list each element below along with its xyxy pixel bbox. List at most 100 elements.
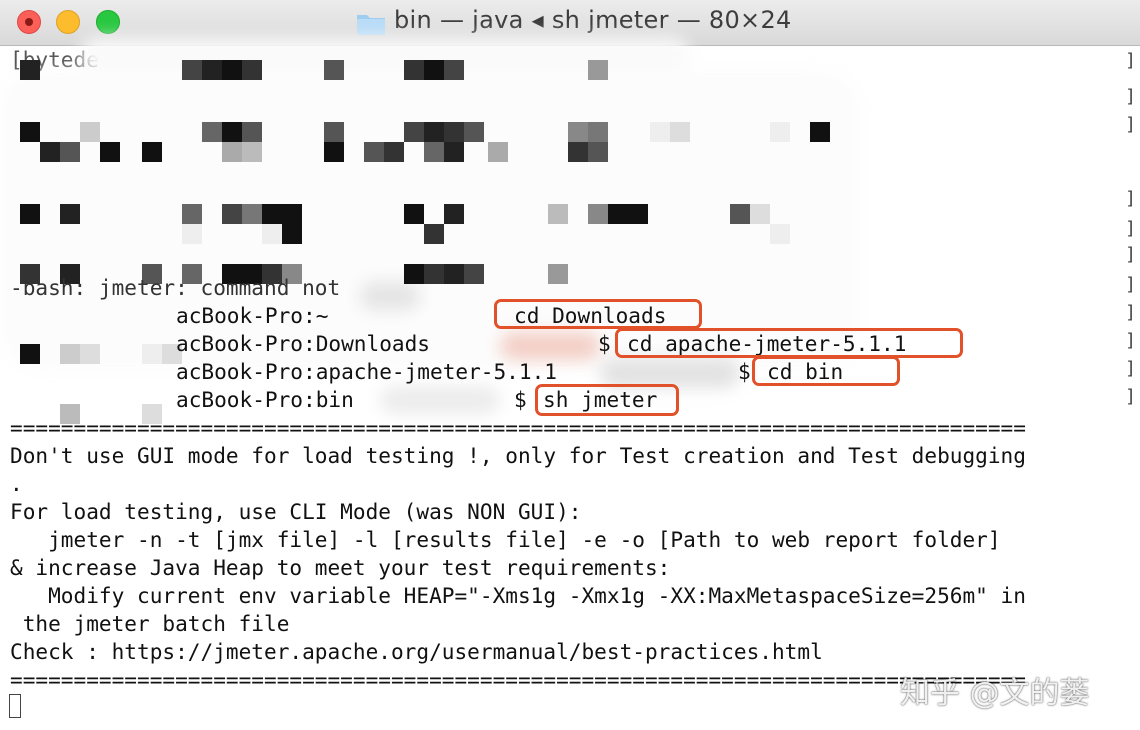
mosaic-pixel bbox=[404, 204, 424, 224]
mosaic-pixel bbox=[182, 204, 202, 224]
mosaic-pixel bbox=[464, 264, 484, 284]
mosaic-pixel bbox=[202, 60, 222, 80]
mosaic-pixel bbox=[80, 344, 100, 364]
mosaic-pixel bbox=[444, 204, 464, 224]
prompt-dollar: $ bbox=[598, 331, 611, 356]
mosaic-pixel bbox=[404, 60, 424, 80]
output-line: For load testing, use CLI Mode (was NON … bbox=[10, 499, 582, 524]
mosaic-pixel bbox=[60, 204, 80, 224]
mosaic-pixel bbox=[222, 60, 242, 80]
prompt-text: acBook-Pro:bin bbox=[176, 387, 354, 412]
mosaic-pixel bbox=[40, 142, 60, 162]
zoom-button[interactable] bbox=[96, 10, 120, 34]
close-icon bbox=[25, 18, 33, 26]
watermark: 知乎 @文的蒌 bbox=[900, 676, 1090, 711]
mosaic-pixel bbox=[548, 264, 568, 284]
line-marker: ] bbox=[1125, 358, 1136, 379]
highlight-box bbox=[494, 299, 702, 329]
prompt-text: acBook-Pro:Downloads bbox=[176, 331, 430, 356]
line-marker: ] bbox=[1125, 86, 1136, 107]
terminal-line: -bash: jmeter: command not bbox=[10, 275, 341, 300]
mosaic-pixel bbox=[588, 204, 608, 224]
mosaic-pixel bbox=[142, 344, 162, 364]
mosaic-pixel bbox=[424, 264, 444, 284]
window-title: bin — java ◂ sh jmeter — 80×24 bbox=[394, 6, 792, 34]
mosaic-pixel bbox=[282, 204, 302, 224]
mosaic-pixel bbox=[444, 122, 464, 142]
mosaic-pixel bbox=[730, 204, 750, 224]
mosaic-pixel bbox=[324, 142, 344, 162]
mosaic-pixel bbox=[650, 122, 670, 142]
redaction-blur bbox=[380, 386, 500, 414]
mosaic-pixel bbox=[60, 142, 80, 162]
mosaic-pixel bbox=[20, 204, 40, 224]
line-marker: ] bbox=[1125, 330, 1136, 351]
prompt-text: acBook-Pro:~ bbox=[176, 303, 329, 328]
mosaic-pixel bbox=[628, 204, 648, 224]
prompt-text: acBook-Pro:apache-jmeter-5.1.1 bbox=[176, 359, 557, 384]
output-line: . bbox=[10, 471, 23, 496]
mosaic-pixel bbox=[810, 122, 830, 142]
mosaic-pixel bbox=[404, 264, 424, 284]
mosaic-pixel bbox=[444, 264, 464, 284]
mosaic-pixel bbox=[182, 60, 202, 80]
prompt-dollar: $ bbox=[514, 387, 527, 412]
mosaic-pixel bbox=[222, 204, 242, 224]
mosaic-pixel bbox=[424, 142, 444, 162]
mosaic-pixel bbox=[242, 204, 262, 224]
mosaic-pixel bbox=[364, 142, 384, 162]
line-marker: ] bbox=[1125, 302, 1136, 323]
line-marker: ] bbox=[1125, 274, 1136, 295]
line-marker: ] bbox=[1125, 218, 1136, 239]
output-line: Modify current env variable HEAP="-Xms1g… bbox=[10, 583, 1026, 608]
mosaic-pixel bbox=[568, 122, 588, 142]
prompt-dollar: $ bbox=[738, 359, 751, 384]
mosaic-pixel bbox=[20, 122, 40, 142]
minimize-button[interactable] bbox=[56, 10, 80, 34]
mosaic-pixel bbox=[424, 60, 444, 80]
folder-icon bbox=[357, 15, 385, 35]
mosaic-pixel bbox=[670, 122, 690, 142]
line-marker: ] bbox=[1125, 188, 1136, 209]
mosaic-pixel bbox=[242, 122, 262, 142]
mosaic-pixel bbox=[750, 204, 770, 224]
highlight-box bbox=[615, 328, 963, 358]
mosaic-pixel bbox=[424, 122, 444, 142]
mosaic-pixel bbox=[324, 60, 344, 80]
mosaic-pixel bbox=[262, 224, 282, 244]
mosaic-pixel bbox=[444, 142, 464, 162]
mosaic-pixel bbox=[588, 122, 608, 142]
highlight-box bbox=[752, 356, 900, 386]
mosaic-pixel bbox=[568, 142, 588, 162]
line-marker: ] bbox=[1125, 386, 1136, 407]
mosaic-pixel bbox=[182, 224, 202, 244]
mosaic-pixel bbox=[464, 122, 484, 142]
mosaic-pixel bbox=[80, 122, 100, 142]
mosaic-pixel bbox=[384, 142, 404, 162]
mosaic-pixel bbox=[324, 122, 344, 142]
mosaic-pixel bbox=[242, 60, 262, 80]
mosaic-pixel bbox=[20, 60, 40, 80]
close-button[interactable] bbox=[17, 10, 41, 34]
mosaic-pixel bbox=[608, 204, 628, 224]
mosaic-pixel bbox=[488, 142, 508, 162]
text-cursor bbox=[9, 694, 21, 718]
redaction-blur bbox=[500, 332, 600, 360]
mosaic-pixel bbox=[770, 224, 790, 244]
mosaic-pixel bbox=[588, 142, 608, 162]
mosaic-pixel bbox=[242, 142, 262, 162]
mosaic-pixel bbox=[60, 344, 80, 364]
mosaic-pixel bbox=[142, 142, 162, 162]
terminal-view[interactable]: ] ] ] ] ] ] ] ] ] ] ] [bytede -bash: jme… bbox=[0, 38, 1140, 730]
line-marker: ] bbox=[1125, 50, 1136, 71]
output-line: the jmeter batch file bbox=[10, 611, 290, 636]
output-line: Check : https://jmeter.apache.org/userma… bbox=[10, 639, 823, 664]
separator-line: ========================================… bbox=[10, 667, 1026, 692]
mosaic-pixel bbox=[548, 204, 568, 224]
mosaic-pixel bbox=[282, 224, 302, 244]
line-marker: ] bbox=[1125, 114, 1136, 135]
mosaic-pixel bbox=[20, 344, 40, 364]
mosaic-pixel bbox=[222, 142, 242, 162]
mosaic-pixel bbox=[424, 224, 444, 244]
mosaic-pixel bbox=[404, 122, 424, 142]
